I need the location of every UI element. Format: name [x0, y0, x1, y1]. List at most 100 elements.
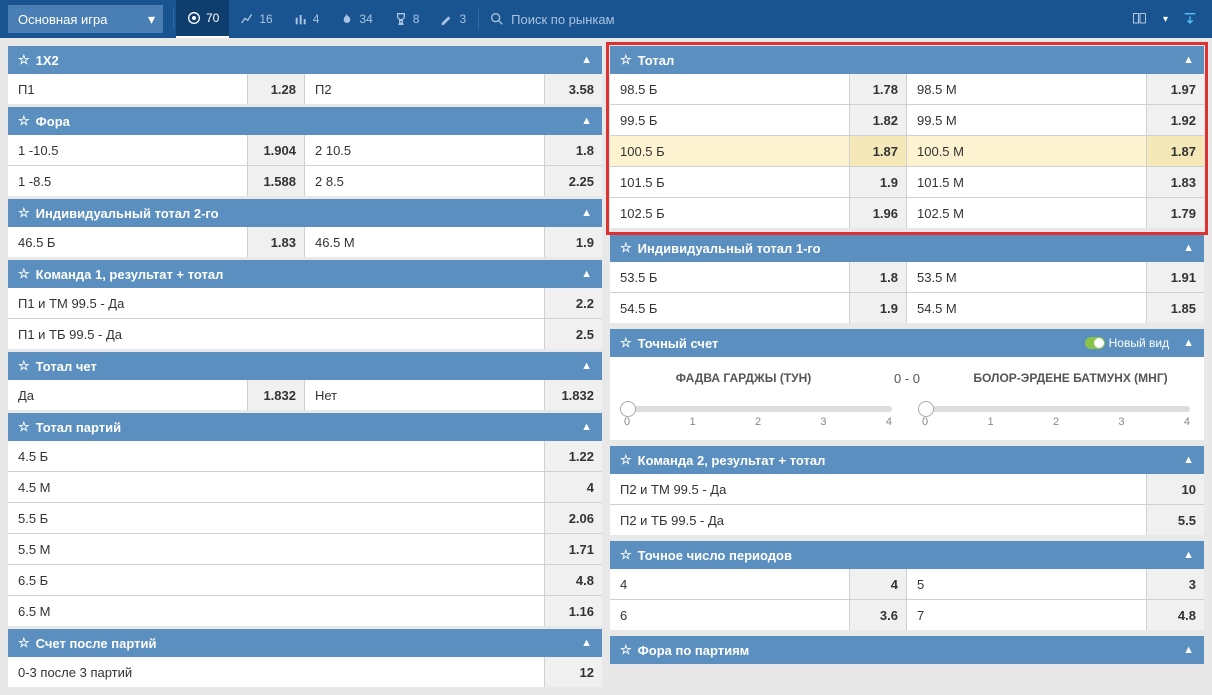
- bet-odds[interactable]: 2.5: [544, 319, 602, 349]
- bet-odds[interactable]: 1.85: [1146, 293, 1204, 323]
- star-icon[interactable]: ☆: [18, 266, 30, 282]
- bet-option[interactable]: П2 и ТБ 99.5 - Да: [610, 505, 1146, 535]
- bet-odds[interactable]: 1.79: [1146, 198, 1204, 228]
- bet-option[interactable]: 98.5 М: [907, 74, 1146, 104]
- star-icon[interactable]: ☆: [620, 335, 632, 351]
- bet-option[interactable]: 2 8.5: [305, 166, 544, 196]
- bet-option[interactable]: 4.5 Б: [8, 441, 544, 471]
- toolbar-tab-chart[interactable]: 16: [229, 0, 282, 38]
- bet-option[interactable]: П2: [305, 74, 544, 104]
- bet-odds[interactable]: 1.83: [247, 227, 305, 257]
- chevron-up-icon[interactable]: ▲: [581, 54, 592, 66]
- bet-option[interactable]: 6.5 Б: [8, 565, 544, 595]
- bet-odds[interactable]: 2.25: [544, 166, 602, 196]
- bet-odds[interactable]: 1.83: [1146, 167, 1204, 197]
- layout-icon[interactable]: [1129, 11, 1151, 27]
- star-icon[interactable]: ☆: [18, 358, 30, 374]
- star-icon[interactable]: ☆: [18, 205, 30, 221]
- chevron-up-icon[interactable]: ▲: [1183, 549, 1194, 561]
- bet-odds[interactable]: 12: [544, 657, 602, 687]
- chevron-up-icon[interactable]: ▲: [581, 637, 592, 649]
- bet-option[interactable]: 99.5 Б: [610, 105, 849, 135]
- game-mode-dropdown[interactable]: Основная игра: [8, 5, 163, 33]
- bet-odds[interactable]: 3.6: [849, 600, 907, 630]
- panel-header[interactable]: ☆ Точный счет Новый вид▲: [610, 329, 1204, 357]
- bet-odds[interactable]: 1.91: [1146, 262, 1204, 292]
- bet-odds[interactable]: 4: [544, 472, 602, 502]
- star-icon[interactable]: ☆: [18, 419, 30, 435]
- panel-header[interactable]: ☆ Точное число периодов ▲: [610, 541, 1204, 569]
- bet-odds[interactable]: 1.71: [544, 534, 602, 564]
- chevron-up-icon[interactable]: ▲: [1183, 337, 1194, 349]
- panel-header[interactable]: ☆ Команда 1, результат + тотал ▲: [8, 260, 602, 288]
- bet-option[interactable]: 4: [610, 569, 849, 599]
- bet-option[interactable]: 102.5 Б: [610, 198, 849, 228]
- bet-option[interactable]: 100.5 Б: [610, 136, 849, 166]
- bet-option[interactable]: 4.5 М: [8, 472, 544, 502]
- panel-header[interactable]: ☆ Индивидуальный тотал 2-го ▲: [8, 199, 602, 227]
- chevron-up-icon[interactable]: ▲: [581, 421, 592, 433]
- bet-option[interactable]: 100.5 М: [907, 136, 1146, 166]
- chevron-down-icon[interactable]: ▾: [1163, 14, 1168, 25]
- star-icon[interactable]: ☆: [620, 642, 632, 658]
- team2-slider[interactable]: 01234: [922, 406, 1190, 428]
- star-icon[interactable]: ☆: [620, 240, 632, 256]
- bet-option[interactable]: 5.5 Б: [8, 503, 544, 533]
- bet-option[interactable]: 54.5 Б: [610, 293, 849, 323]
- bet-odds[interactable]: 1.16: [544, 596, 602, 626]
- chevron-up-icon[interactable]: ▲: [1183, 54, 1194, 66]
- chevron-up-icon[interactable]: ▲: [581, 268, 592, 280]
- bet-odds[interactable]: 1.588: [247, 166, 305, 196]
- bet-option[interactable]: 46.5 М: [305, 227, 544, 257]
- team1-slider[interactable]: 01234: [624, 406, 892, 428]
- new-view-toggle[interactable]: Новый вид: [1085, 336, 1169, 350]
- bet-option[interactable]: 102.5 М: [907, 198, 1146, 228]
- bet-odds[interactable]: 1.82: [849, 105, 907, 135]
- bet-option[interactable]: 5.5 М: [8, 534, 544, 564]
- panel-header[interactable]: ☆ Фора ▲: [8, 107, 602, 135]
- bet-option[interactable]: 6: [610, 600, 849, 630]
- chevron-up-icon[interactable]: ▲: [1183, 644, 1194, 656]
- bet-option[interactable]: 46.5 Б: [8, 227, 247, 257]
- bet-odds[interactable]: 2.06: [544, 503, 602, 533]
- bet-odds[interactable]: 1.28: [247, 74, 305, 104]
- bet-odds[interactable]: 1.9: [849, 167, 907, 197]
- bet-option[interactable]: 1 -10.5: [8, 135, 247, 165]
- panel-header[interactable]: ☆ Индивидуальный тотал 1-го ▲: [610, 234, 1204, 262]
- bet-odds[interactable]: 4: [849, 569, 907, 599]
- bet-odds[interactable]: 4.8: [1146, 600, 1204, 630]
- panel-header[interactable]: ☆ Тотал чет ▲: [8, 352, 602, 380]
- bet-odds[interactable]: 1.96: [849, 198, 907, 228]
- star-icon[interactable]: ☆: [620, 52, 632, 68]
- bet-odds[interactable]: 1.8: [849, 262, 907, 292]
- bet-odds[interactable]: 1.92: [1146, 105, 1204, 135]
- bet-odds[interactable]: 2.2: [544, 288, 602, 318]
- bet-option[interactable]: 0-3 после 3 партий: [8, 657, 544, 687]
- star-icon[interactable]: ☆: [18, 52, 30, 68]
- bet-option[interactable]: 2 10.5: [305, 135, 544, 165]
- star-icon[interactable]: ☆: [620, 452, 632, 468]
- collapse-icon[interactable]: [1180, 11, 1200, 27]
- bet-option[interactable]: 54.5 М: [907, 293, 1146, 323]
- bet-odds[interactable]: 1.832: [544, 380, 602, 410]
- bet-odds[interactable]: 4.8: [544, 565, 602, 595]
- bet-option[interactable]: 99.5 М: [907, 105, 1146, 135]
- bet-option[interactable]: 5: [907, 569, 1146, 599]
- chevron-up-icon[interactable]: ▲: [581, 360, 592, 372]
- toolbar-tab-flame[interactable]: 34: [329, 0, 382, 38]
- market-search[interactable]: [489, 11, 1129, 27]
- panel-header[interactable]: ☆ Фора по партиям ▲: [610, 636, 1204, 664]
- toolbar-tab-bars[interactable]: 4: [283, 0, 330, 38]
- bet-odds[interactable]: 1.8: [544, 135, 602, 165]
- star-icon[interactable]: ☆: [18, 635, 30, 651]
- chevron-up-icon[interactable]: ▲: [581, 207, 592, 219]
- panel-header[interactable]: ☆ Тотал партий ▲: [8, 413, 602, 441]
- panel-header[interactable]: ☆ 1X2 ▲: [8, 46, 602, 74]
- chevron-up-icon[interactable]: ▲: [1183, 242, 1194, 254]
- panel-header[interactable]: ☆ Счет после партий ▲: [8, 629, 602, 657]
- panel-header[interactable]: ☆ Команда 2, результат + тотал ▲: [610, 446, 1204, 474]
- bet-option[interactable]: П2 и ТМ 99.5 - Да: [610, 474, 1146, 504]
- bet-odds[interactable]: 1.9: [544, 227, 602, 257]
- chevron-up-icon[interactable]: ▲: [1183, 454, 1194, 466]
- star-icon[interactable]: ☆: [620, 547, 632, 563]
